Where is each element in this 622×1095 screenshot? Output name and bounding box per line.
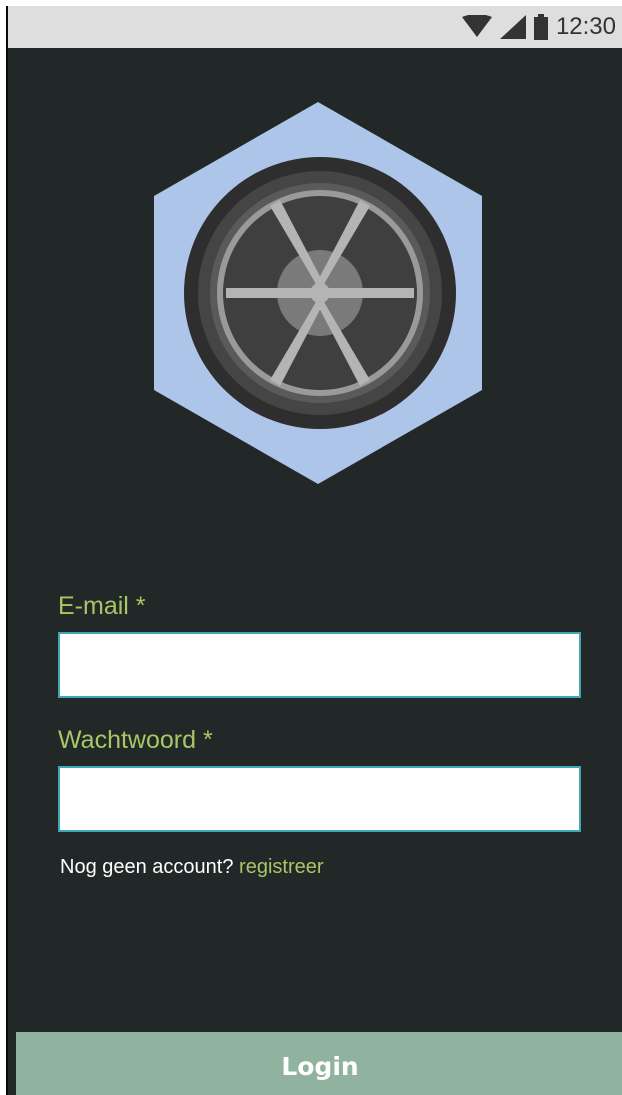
login-screen: 12:30 E-mail * Wachtwoord * Nog geen acc… [6, 6, 622, 1095]
email-field[interactable] [58, 632, 581, 698]
register-prompt: Nog geen account? [60, 856, 234, 878]
register-link[interactable]: registreer [239, 856, 323, 878]
battery-icon [533, 14, 548, 40]
app-frame: 12:30 E-mail * Wachtwoord * Nog geen acc… [0, 0, 622, 1095]
status-bar: 12:30 [8, 6, 622, 48]
status-time: 12:30 [555, 13, 616, 40]
wheel-logo-icon [154, 102, 482, 484]
password-label: Wachtwoord * [58, 726, 213, 754]
wifi-icon [461, 15, 492, 39]
signal-icon [499, 15, 526, 39]
password-field[interactable] [58, 766, 581, 832]
login-button[interactable]: Login [16, 1032, 622, 1095]
register-line: Nog geen account? registreer [60, 856, 324, 879]
email-label: E-mail * [58, 592, 146, 620]
